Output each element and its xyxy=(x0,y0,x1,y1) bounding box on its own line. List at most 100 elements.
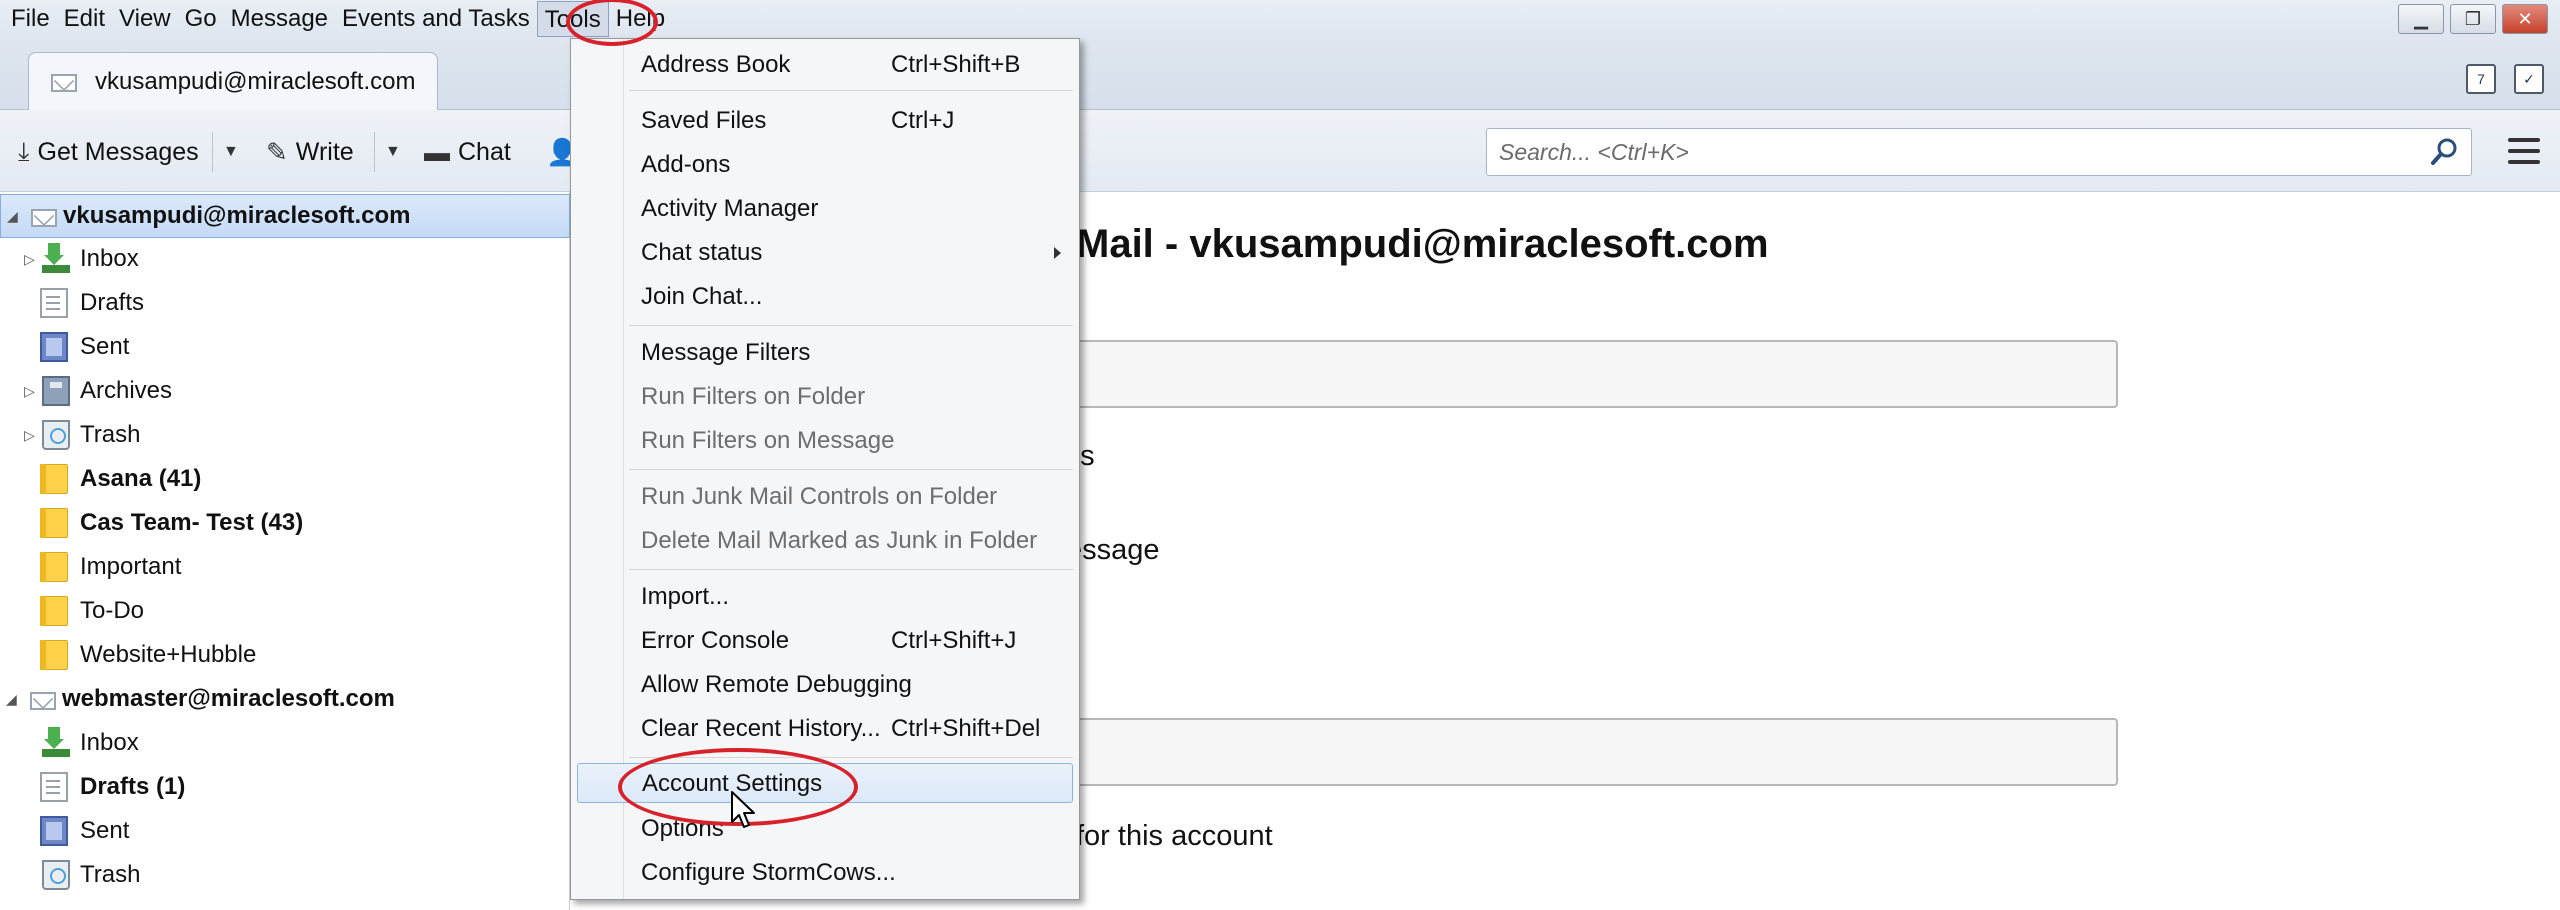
menu-item-options[interactable]: Options xyxy=(571,809,1079,849)
folder-label: Drafts (1) xyxy=(80,773,186,800)
restore-icon[interactable]: ❐ xyxy=(2450,4,2496,34)
trash-icon xyxy=(42,860,70,890)
folder-asana[interactable]: Asana (41) xyxy=(0,457,570,501)
folder-drafts[interactable]: Drafts xyxy=(0,281,570,325)
folder-icon xyxy=(40,640,68,670)
download-icon: ⤓ xyxy=(18,136,30,166)
folder-label: Trash xyxy=(80,421,141,448)
collapse-icon[interactable]: ◢ xyxy=(6,692,18,706)
content-text[interactable]: for this account xyxy=(1076,820,1273,853)
folder-trash[interactable]: Trash xyxy=(0,853,570,897)
menu-item-message-filters[interactable]: Message Filters xyxy=(571,333,1079,373)
menu-item-configure-stormcows[interactable]: Configure StormCows... xyxy=(571,853,1079,893)
menu-item-run-filters-on-message: Run Filters on Message xyxy=(641,427,895,454)
menu-item-chat-status[interactable]: Chat status xyxy=(571,233,1079,273)
chevron-down-icon: ▼ xyxy=(385,143,401,160)
folder-label: Inbox xyxy=(80,729,139,756)
menu-message[interactable]: Message xyxy=(224,1,335,37)
folder-label: Trash xyxy=(80,861,141,888)
get-messages-label: Get Messages xyxy=(37,137,199,166)
folder-sent[interactable]: Sent xyxy=(0,325,570,369)
pencil-icon: ✎ xyxy=(266,136,288,167)
folder-inbox[interactable]: ▷ Inbox xyxy=(0,237,570,281)
get-messages-dropdown[interactable]: ▼ xyxy=(212,132,239,172)
tab-account[interactable]: vkusampudi@miraclesoft.com xyxy=(28,52,438,110)
sent-icon xyxy=(40,332,68,362)
folder-label: Important xyxy=(80,553,182,580)
tab-right-icons: 7 ✓ xyxy=(2466,64,2544,94)
get-messages-button[interactable]: ⤓ Get Messages xyxy=(18,132,199,172)
folder-inbox[interactable]: Inbox xyxy=(0,721,570,765)
folder-trash[interactable]: ▷ Trash xyxy=(0,413,570,457)
menu-view[interactable]: View xyxy=(112,1,178,37)
mail-toolbar: ⤓ Get Messages ▼ ✎ Write ▼ ▬ Chat 👤 xyxy=(0,110,2560,192)
folder-to-do[interactable]: To-Do xyxy=(0,589,570,633)
tab-bar: vkusampudi@miraclesoft.com 7 ✓ xyxy=(0,38,2560,110)
app-menu-icon[interactable] xyxy=(2508,138,2540,166)
menu-item-import[interactable]: Import... xyxy=(571,577,1079,617)
close-icon[interactable]: ✕ xyxy=(2502,4,2548,34)
menu-item-clear-recent-history[interactable]: Clear Recent History... Ctrl+Shift+Del xyxy=(571,709,1079,749)
inbox-icon xyxy=(42,243,70,273)
chat-button[interactable]: ▬ Chat xyxy=(424,132,511,172)
menu-separator xyxy=(629,325,1073,326)
folder-pane: ◢ vkusampudi@miraclesoft.com ▷ Inbox Dra… xyxy=(0,192,570,910)
chat-bubble-icon: ▬ xyxy=(424,136,450,167)
folder-label: To-Do xyxy=(80,597,145,624)
menu-edit[interactable]: Edit xyxy=(57,1,112,37)
menu-item-join-chat[interactable]: Join Chat... xyxy=(571,277,1079,317)
folder-account-vkusampudi[interactable]: ◢ vkusampudi@miraclesoft.com xyxy=(0,194,570,238)
trash-icon xyxy=(42,420,70,450)
menu-item-error-console[interactable]: Error Console Ctrl+Shift+J xyxy=(571,621,1079,661)
folder-website-hubble[interactable]: Website+Hubble xyxy=(0,633,570,677)
folder-drafts[interactable]: Drafts (1) xyxy=(0,765,570,809)
menu-item-activity-manager[interactable]: Activity Manager xyxy=(571,189,1079,229)
expand-icon[interactable]: ▷ xyxy=(24,384,36,398)
folder-label: Cas Team- Test (43) xyxy=(80,509,304,536)
tasks-icon[interactable]: ✓ xyxy=(2514,64,2544,94)
page-title: Mail - vkusampudi@miraclesoft.com xyxy=(1076,222,1769,266)
tab-label: vkusampudi@miraclesoft.com xyxy=(95,67,416,95)
menu-file[interactable]: File xyxy=(4,1,57,37)
write-dropdown[interactable]: ▼ xyxy=(374,132,401,172)
content-text: essage xyxy=(1066,534,1160,566)
expand-icon[interactable]: ▷ xyxy=(24,252,36,266)
menu-go[interactable]: Go xyxy=(178,1,224,37)
folder-account-webmaster[interactable]: ◢ webmaster@miraclesoft.com xyxy=(0,677,570,721)
folder-important[interactable]: Important xyxy=(0,545,570,589)
search-input[interactable] xyxy=(1499,138,2399,166)
collapse-icon[interactable]: ◢ xyxy=(7,209,19,223)
search-icon[interactable] xyxy=(2429,137,2459,167)
content-field xyxy=(1060,340,2118,408)
menu-item-add-ons[interactable]: Add-ons xyxy=(571,145,1079,185)
search-box[interactable] xyxy=(1486,128,2472,176)
menu-item-saved-files[interactable]: Saved Files Ctrl+J xyxy=(571,101,1079,141)
folder-icon xyxy=(40,464,68,494)
chevron-down-icon: ▼ xyxy=(223,143,239,160)
menu-separator xyxy=(629,569,1073,570)
drafts-icon xyxy=(40,772,68,802)
inbox-icon xyxy=(42,727,70,757)
sent-icon xyxy=(40,816,68,846)
menu-separator xyxy=(629,90,1073,91)
folder-label: Asana (41) xyxy=(80,465,202,492)
chat-label: Chat xyxy=(458,137,511,166)
folder-cas-team-test[interactable]: Cas Team- Test (43) xyxy=(0,501,570,545)
expand-icon[interactable]: ▷ xyxy=(24,428,36,442)
folder-label: Inbox xyxy=(80,245,139,272)
folder-sent[interactable]: Sent xyxy=(0,809,570,853)
folder-icon xyxy=(40,552,68,582)
menu-item-allow-remote-debugging[interactable]: Allow Remote Debugging xyxy=(571,665,1079,705)
minimize-icon[interactable]: ▁ xyxy=(2398,4,2444,34)
menu-item-address-book[interactable]: Address Book Ctrl+Shift+B xyxy=(571,45,1079,85)
folder-archives[interactable]: ▷ Archives xyxy=(0,369,570,413)
folder-label: Sent xyxy=(80,333,130,360)
account-mail-icon xyxy=(24,686,56,712)
folder-label: Drafts xyxy=(80,289,145,316)
write-button[interactable]: ✎ Write xyxy=(266,132,354,172)
archive-icon xyxy=(42,376,70,406)
menu-events-and-tasks[interactable]: Events and Tasks xyxy=(335,1,537,37)
calendar-icon[interactable]: 7 xyxy=(2466,64,2496,94)
folder-icon xyxy=(40,508,68,538)
submenu-arrow-icon xyxy=(1054,247,1061,259)
